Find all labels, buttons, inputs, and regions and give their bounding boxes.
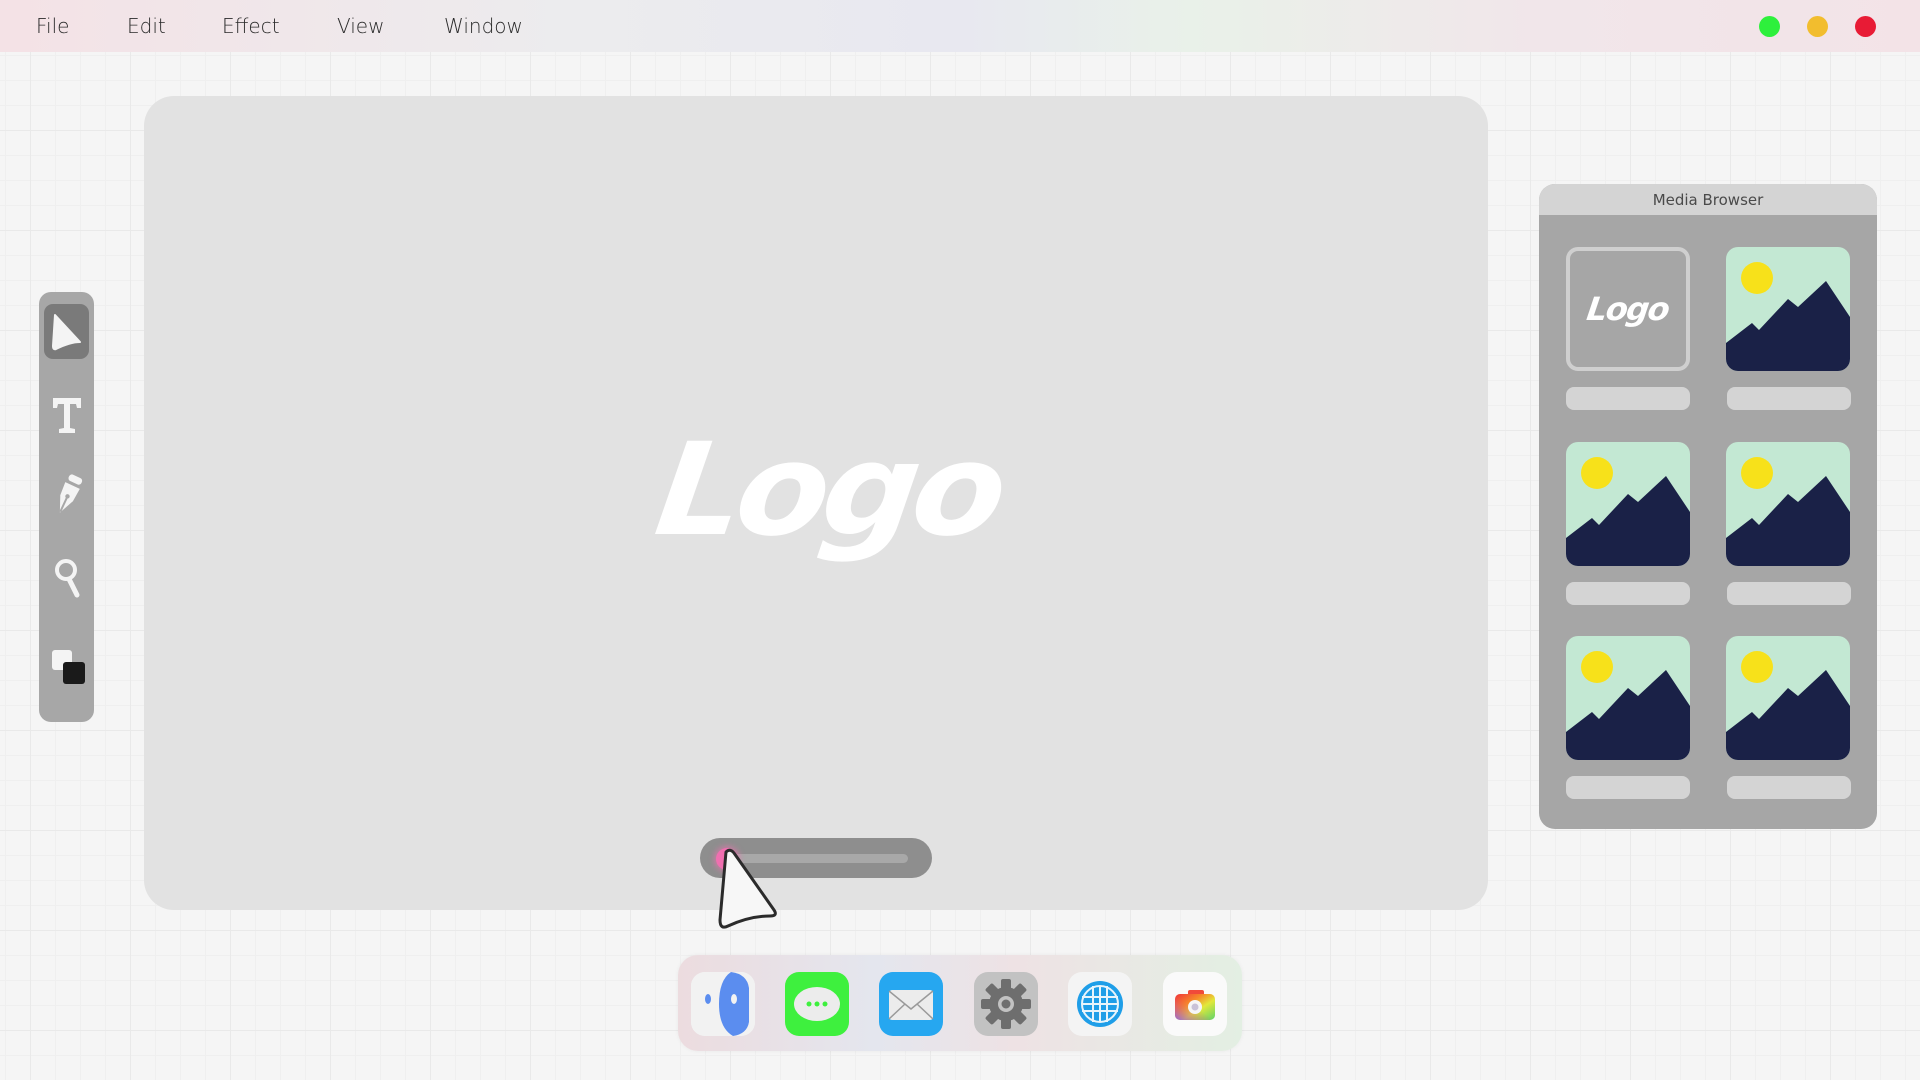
landscape-image-icon <box>1566 442 1690 566</box>
text-icon <box>52 397 81 433</box>
media-item-caption <box>1566 582 1690 605</box>
media-browser-title: Media Browser <box>1539 184 1877 215</box>
menu-window[interactable]: Window <box>444 14 523 38</box>
dock-app-camera[interactable] <box>1163 972 1227 1036</box>
dock-app-finder[interactable] <box>691 972 755 1036</box>
finder-icon <box>691 972 755 1036</box>
select-tool[interactable] <box>44 304 89 359</box>
landscape-image-icon <box>1726 636 1850 760</box>
menu-effect[interactable]: Effect <box>222 14 280 38</box>
svg-text:Logo: Logo <box>1585 290 1672 328</box>
media-item-caption <box>1727 387 1851 410</box>
landscape-image-icon <box>1726 247 1850 371</box>
camera-icon <box>1175 990 1215 1020</box>
media-item-image[interactable] <box>1566 442 1690 566</box>
landscape-image-icon <box>1566 636 1690 760</box>
artboard-canvas[interactable]: Logo <box>144 96 1488 910</box>
fill-stroke-icon <box>51 649 85 684</box>
minimize-button[interactable] <box>1807 16 1828 37</box>
logo-text: Logo <box>648 426 1012 565</box>
media-item-image[interactable] <box>1726 636 1850 760</box>
media-item-caption <box>1566 387 1690 410</box>
menu-file[interactable]: File <box>36 14 69 38</box>
tool-panel <box>39 292 94 722</box>
envelope-icon <box>888 990 934 1020</box>
dock-app-mail[interactable] <box>879 972 943 1036</box>
gear-icon <box>981 979 1031 1029</box>
dock-app-browser[interactable] <box>1068 972 1132 1036</box>
media-item-caption <box>1727 582 1851 605</box>
pointer-icon <box>51 313 81 350</box>
media-item-image[interactable] <box>1726 442 1850 566</box>
media-item-caption <box>1566 776 1690 799</box>
menu-edit[interactable]: Edit <box>127 14 166 38</box>
menu-view[interactable]: View <box>337 14 384 38</box>
zoom-tool[interactable] <box>44 550 89 605</box>
media-item-image[interactable] <box>1566 636 1690 760</box>
media-browser-panel: Media Browser Logo <box>1539 184 1877 829</box>
media-item-image[interactable] <box>1726 247 1850 371</box>
close-button[interactable] <box>1855 16 1876 37</box>
timeline-scrubber[interactable] <box>700 838 932 878</box>
color-swatch-tool[interactable] <box>44 640 89 695</box>
logo-graphic[interactable]: Logo <box>574 426 1054 566</box>
media-item-caption <box>1727 776 1851 799</box>
pen-nib-icon <box>58 473 82 513</box>
media-item-logo[interactable]: Logo <box>1566 247 1690 371</box>
logo-thumbnail: Logo <box>1585 290 1672 328</box>
landscape-image-icon <box>1726 442 1850 566</box>
maximize-button[interactable] <box>1759 16 1780 37</box>
dock <box>678 955 1242 1051</box>
dock-app-settings[interactable] <box>974 972 1038 1036</box>
text-tool[interactable] <box>44 387 89 442</box>
dock-app-messages[interactable] <box>785 972 849 1036</box>
magnifier-icon <box>54 558 79 597</box>
message-bubble-icon <box>794 987 840 1021</box>
menu-bar: File Edit Effect View Window <box>0 0 1920 52</box>
timeline-track[interactable] <box>728 854 908 863</box>
globe-icon <box>1077 981 1123 1027</box>
playhead-handle[interactable] <box>716 848 738 870</box>
pen-tool[interactable] <box>44 467 89 522</box>
